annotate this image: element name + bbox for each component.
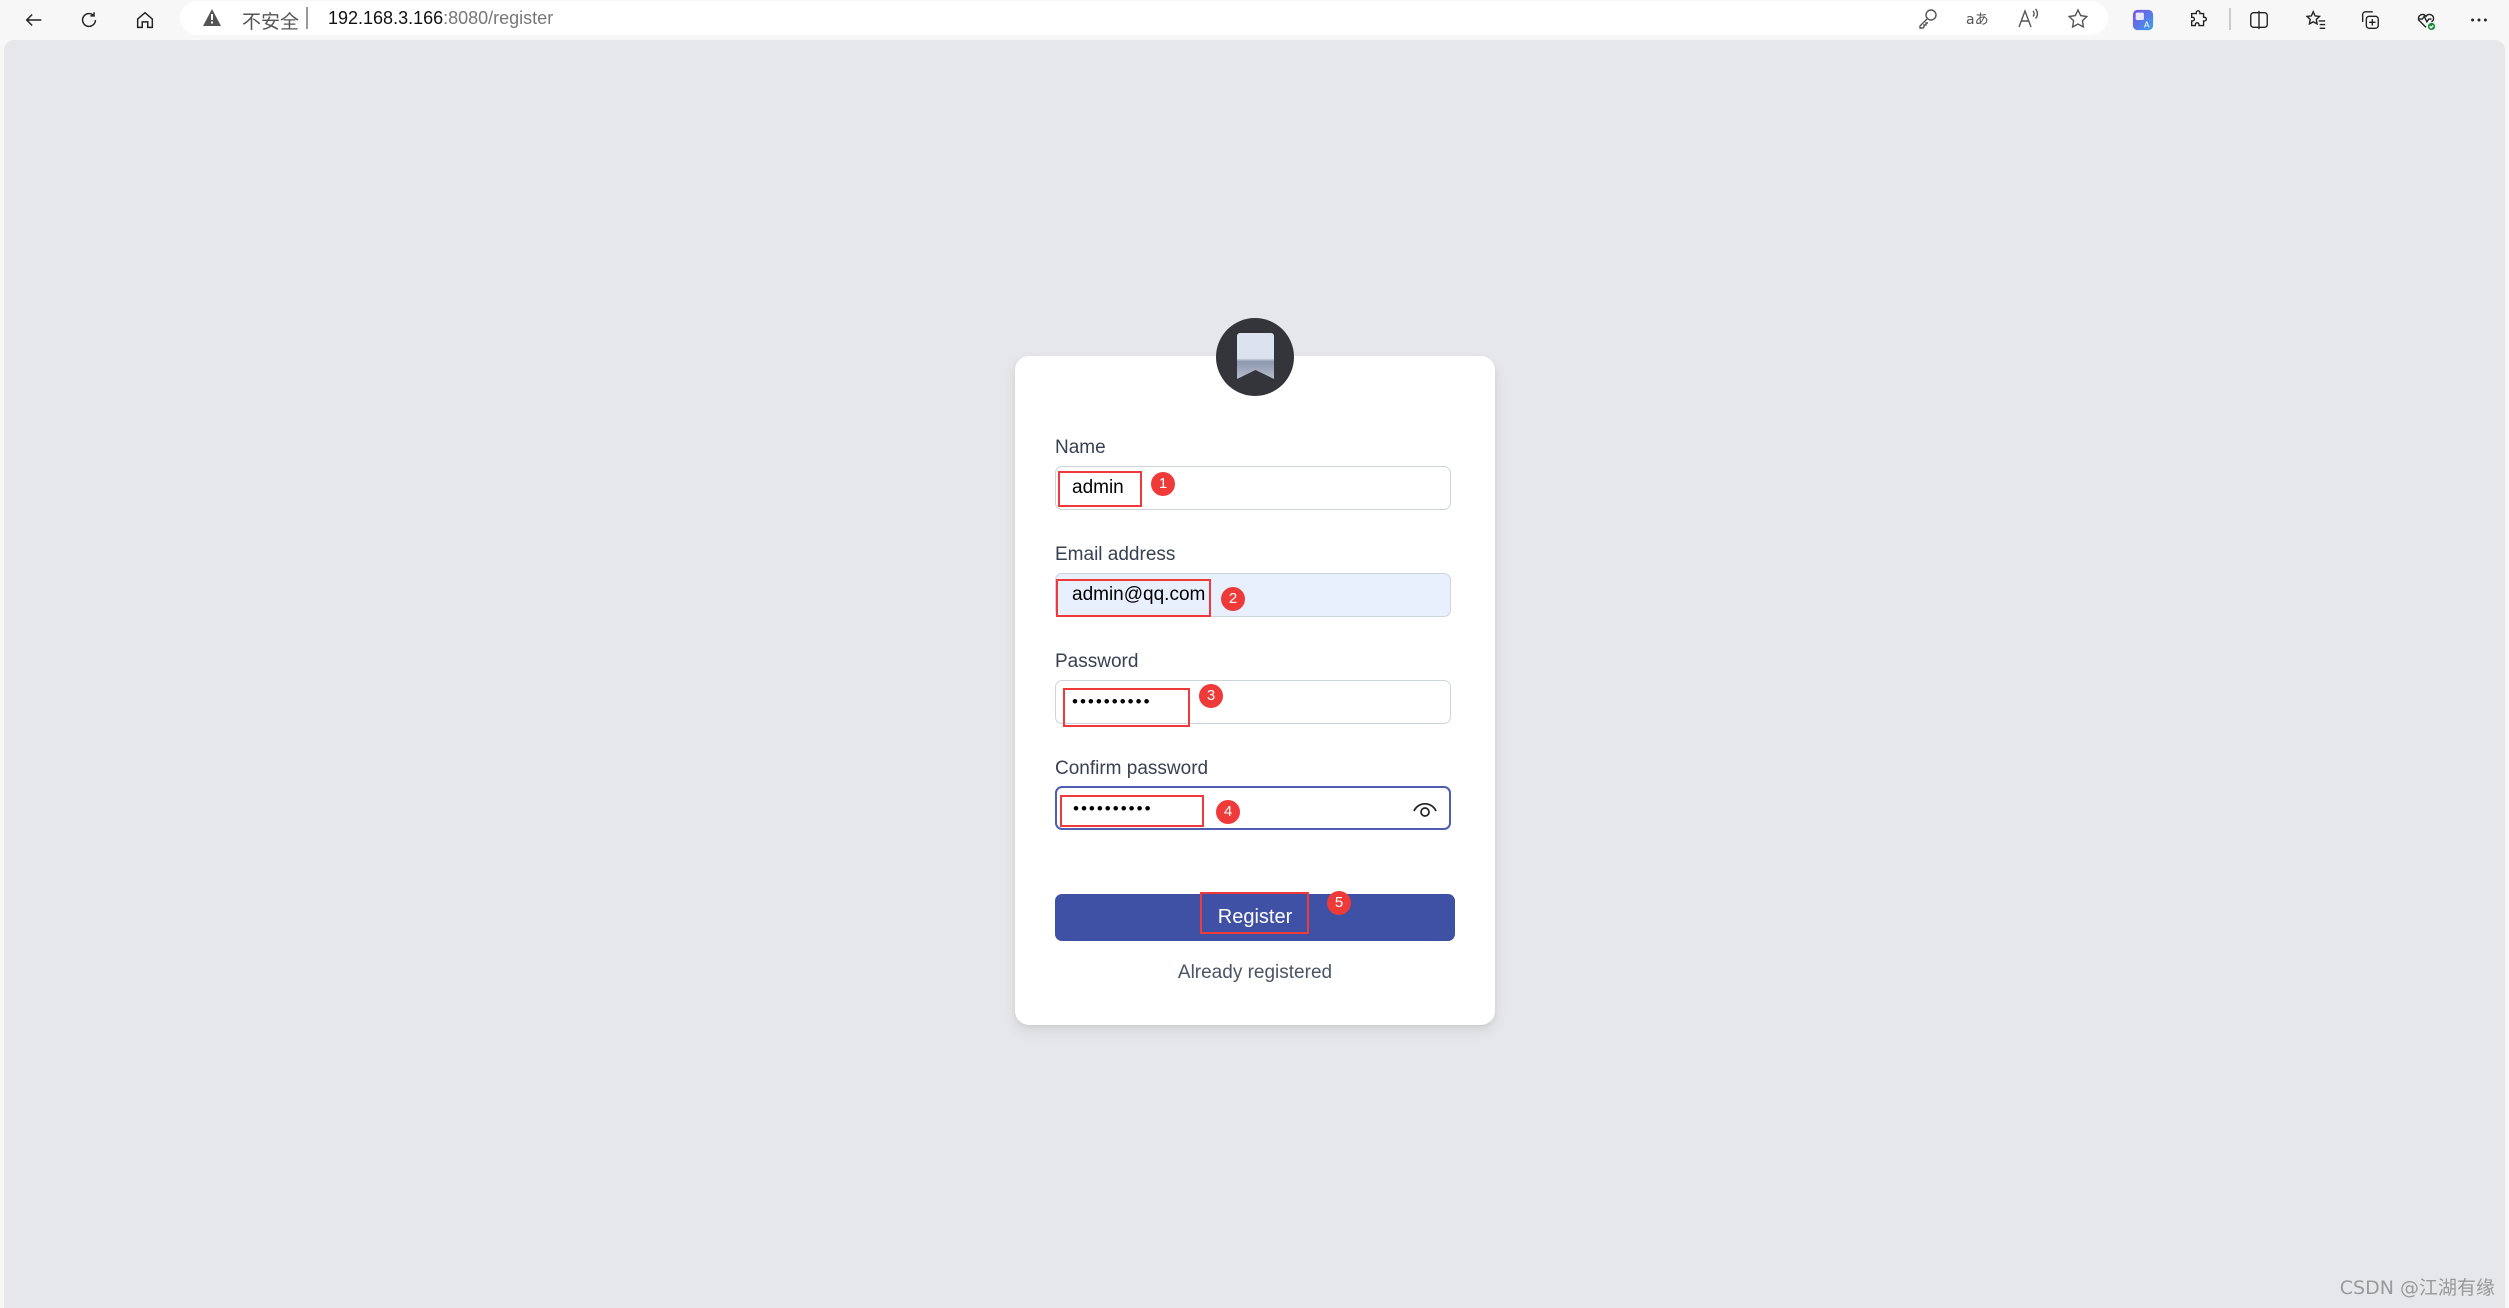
url-host: 192.168.3.166 bbox=[328, 8, 444, 28]
svg-text:A: A bbox=[2144, 19, 2150, 29]
address-bar[interactable]: 不安全 192.168.3.166:8080/register aあ bbox=[180, 1, 2108, 35]
address-separator bbox=[306, 7, 308, 29]
annotation-badge-5: 5 bbox=[1327, 891, 1351, 915]
browser-toolbar: 不安全 192.168.3.166:8080/register aあ A bbox=[0, 0, 2509, 40]
refresh-icon[interactable] bbox=[75, 6, 103, 34]
confirm-password-label: Confirm password bbox=[1055, 758, 1209, 779]
app-logo bbox=[1216, 318, 1294, 396]
annotation-box-5 bbox=[1200, 892, 1309, 934]
annotation-box-3 bbox=[1063, 688, 1190, 727]
annotation-badge-3: 3 bbox=[1199, 684, 1223, 708]
read-aloud-icon[interactable] bbox=[2016, 7, 2040, 31]
url-path: :8080/register bbox=[443, 8, 554, 28]
favorite-star-icon[interactable] bbox=[2066, 7, 2090, 31]
annotation-badge-2: 2 bbox=[1221, 587, 1245, 611]
password-label: Password bbox=[1055, 651, 1139, 672]
url-text[interactable]: 192.168.3.166:8080/register bbox=[328, 8, 553, 29]
svg-text:aあ: aあ bbox=[1966, 12, 1989, 28]
home-icon[interactable] bbox=[131, 6, 159, 34]
annotation-badge-1: 1 bbox=[1151, 472, 1175, 496]
name-label: Name bbox=[1055, 437, 1106, 458]
security-label[interactable]: 不安全 bbox=[242, 7, 299, 34]
browser-essentials-icon[interactable] bbox=[2412, 6, 2440, 34]
annotation-box-4 bbox=[1060, 795, 1204, 827]
more-icon[interactable] bbox=[2465, 6, 2493, 34]
extensions-icon[interactable] bbox=[2185, 6, 2213, 34]
toolbar-separator bbox=[2229, 8, 2231, 30]
warning-icon[interactable] bbox=[202, 8, 222, 28]
favorites-icon[interactable] bbox=[2302, 6, 2330, 34]
bookmark-icon bbox=[1237, 333, 1274, 379]
show-password-eye-icon[interactable] bbox=[1412, 800, 1438, 820]
split-screen-icon[interactable] bbox=[2245, 6, 2273, 34]
translate-icon[interactable]: aあ bbox=[1966, 7, 1990, 31]
password-key-icon[interactable] bbox=[1916, 7, 1940, 31]
annotation-box-2 bbox=[1056, 579, 1211, 617]
annotation-badge-4: 4 bbox=[1216, 800, 1240, 824]
back-icon[interactable] bbox=[20, 6, 48, 34]
already-registered-link[interactable]: Already registered bbox=[1055, 962, 1455, 984]
translator-extension-icon[interactable]: A bbox=[2129, 6, 2157, 34]
email-label: Email address bbox=[1055, 544, 1176, 565]
annotation-box-1 bbox=[1058, 471, 1142, 507]
collections-icon[interactable] bbox=[2356, 6, 2384, 34]
watermark: CSDN @江湖有缘 bbox=[2339, 1277, 2495, 1299]
